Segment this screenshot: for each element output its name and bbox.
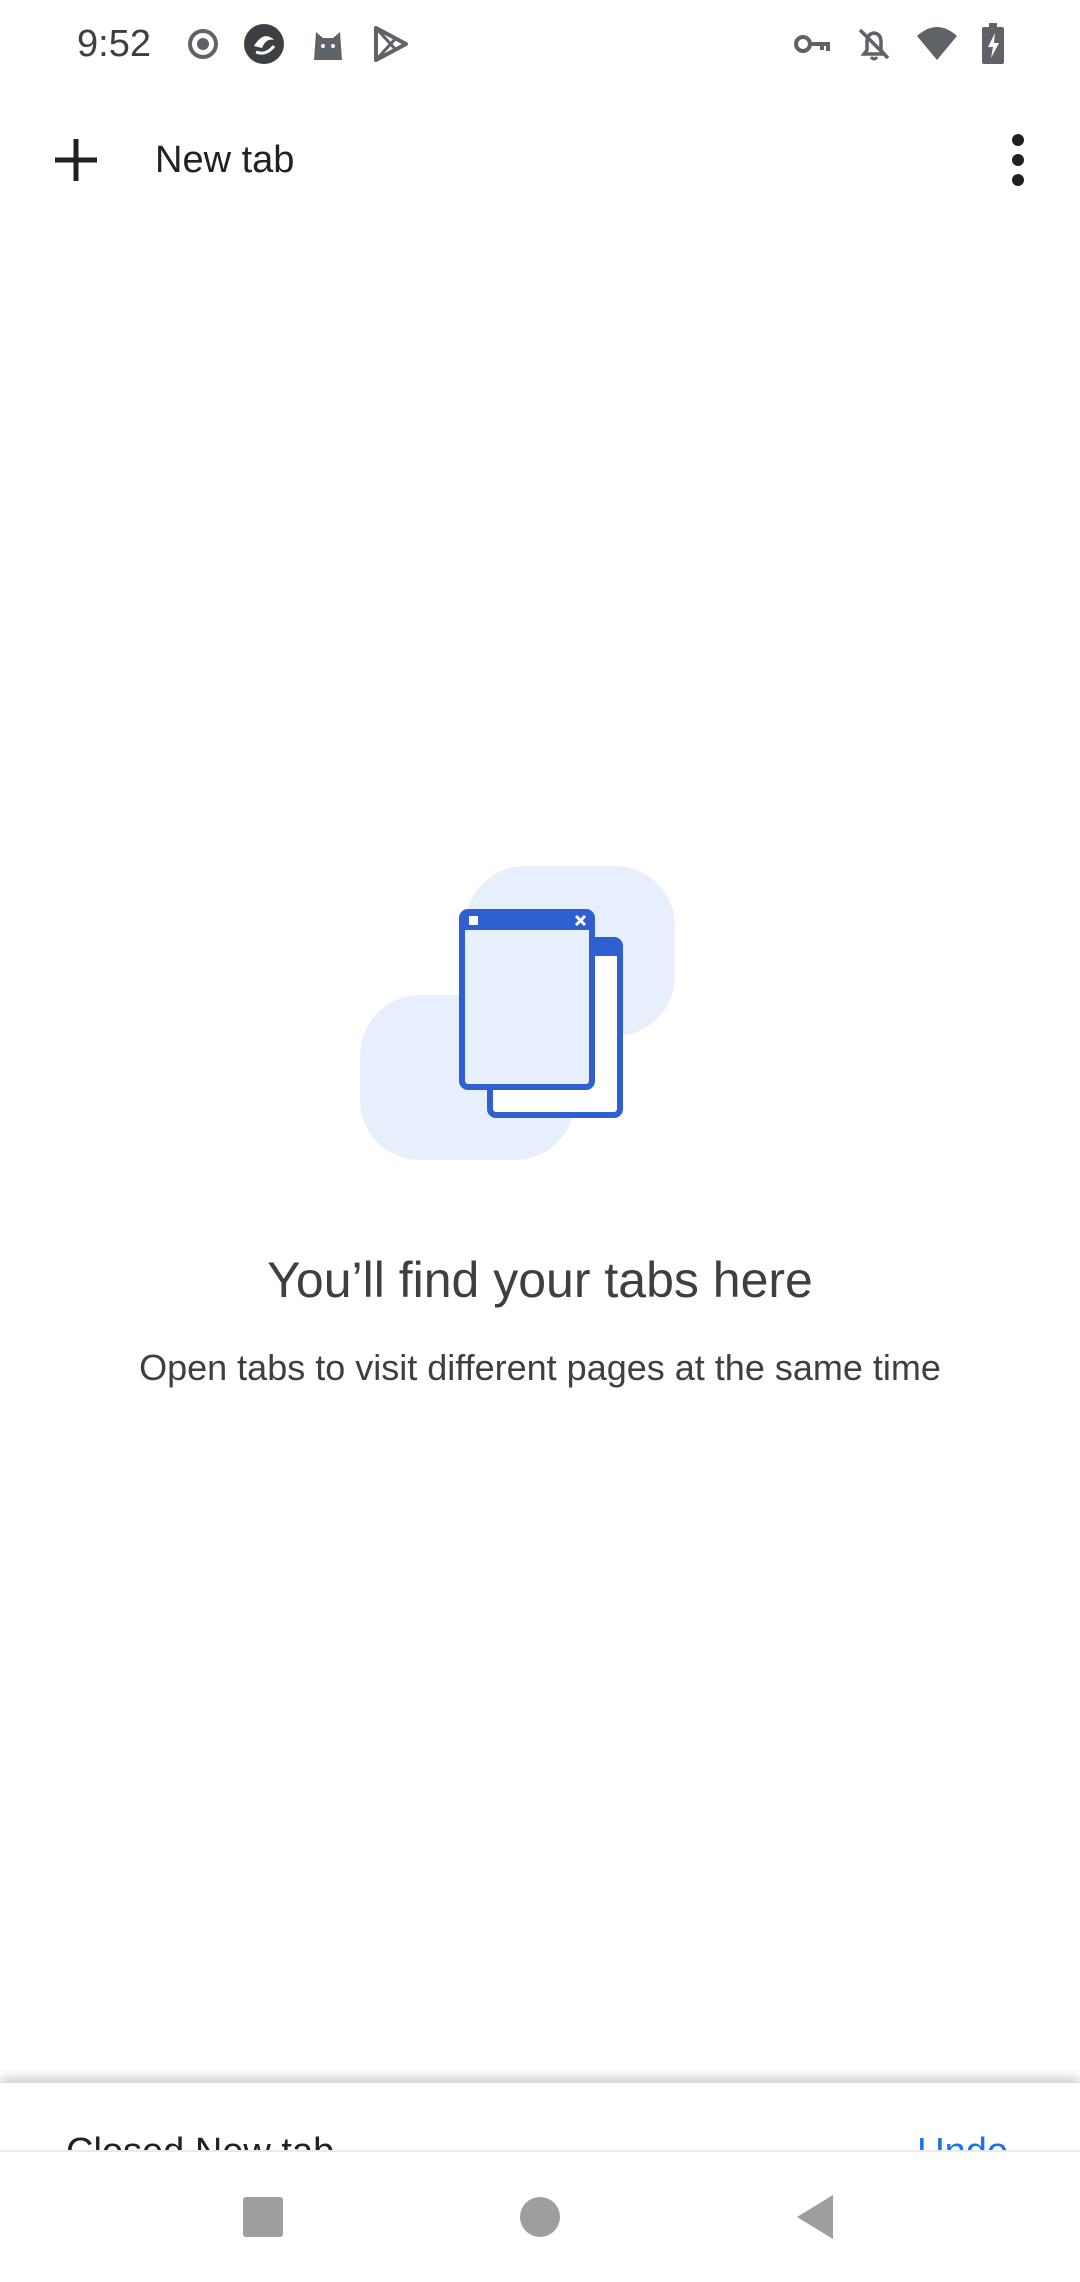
toolbar: New tab [0,112,1080,208]
status-right-icons [792,20,1006,68]
tabs-illustration [360,866,675,1160]
new-tab-button[interactable]: New tab [40,112,440,208]
new-tab-label: New tab [155,138,295,181]
empty-state-title: You’ll find your tabs here [267,1252,813,1308]
status-left-icons [186,20,410,68]
battery-charging-icon [982,23,1004,64]
back-icon [797,2195,833,2239]
more-options-button[interactable] [974,116,1062,204]
home-icon [520,2197,560,2237]
cat-icon [314,32,342,60]
record-icon [188,29,218,59]
app-icon [244,24,284,64]
navigation-bar [0,2150,1080,2282]
undo-button[interactable]: Undo [917,2127,1008,2150]
snackbar-message: Closed New tab [66,2127,334,2150]
status-time: 9:52 [77,23,151,65]
status-bar: 9:52 [0,0,1080,88]
more-vert-icon [1012,134,1024,186]
snackbar: Closed New tab Undo [0,2083,1080,2150]
vpn-key-icon [794,35,830,53]
wifi-icon [917,27,957,60]
recents-icon [243,2197,283,2237]
plus-icon [40,124,112,196]
back-button[interactable] [770,2172,860,2262]
home-button[interactable] [495,2172,585,2262]
empty-state-subtitle: Open tabs to visit different pages at th… [139,1347,941,1388]
notifications-off-icon [858,28,890,61]
play-store-icon [374,26,408,62]
recents-button[interactable] [218,2172,308,2262]
